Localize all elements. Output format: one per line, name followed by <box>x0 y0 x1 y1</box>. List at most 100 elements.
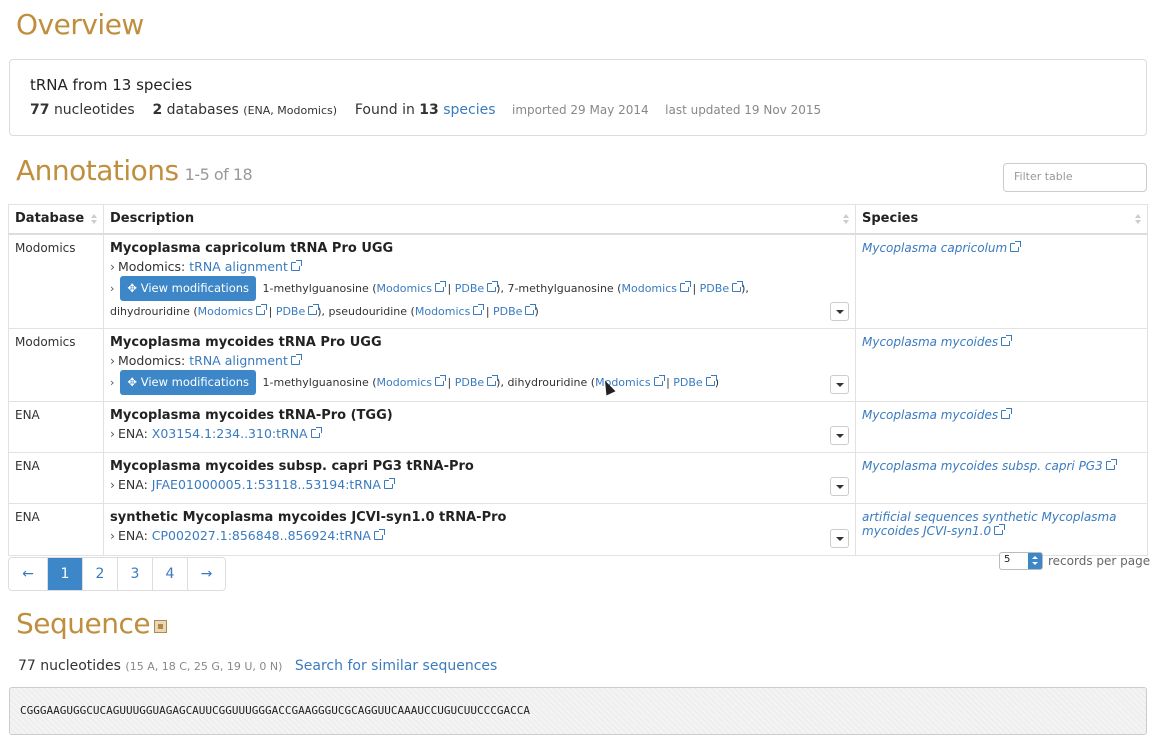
row-link[interactable]: X03154.1:234..310:tRNA <box>152 426 308 441</box>
external-link-icon <box>653 374 665 386</box>
records-per-page: 5 records per page <box>999 552 1150 570</box>
row-database: ENA <box>8 502 104 556</box>
select-arrows-icon <box>1028 553 1042 569</box>
pagination: ← 1 2 3 4 → <box>8 557 226 591</box>
view-modifications-button[interactable]: ✥ View modifications <box>120 275 257 301</box>
filter-table-input[interactable]: Filter table <box>1003 163 1147 192</box>
table-row: ENA synthetic Mycoplasma mycoides JCVI-s… <box>8 502 1148 556</box>
column-description[interactable]: Description <box>103 204 856 235</box>
external-link-icon <box>487 374 499 386</box>
external-link-icon <box>525 303 537 315</box>
prev-page-button[interactable]: ← <box>9 558 47 590</box>
row-dropdown-button[interactable] <box>830 301 849 321</box>
row-link[interactable]: CP002027.1:856848..856924:tRNA <box>152 528 371 543</box>
modomics-link[interactable]: Modomics <box>377 282 432 295</box>
view-modifications-button[interactable]: ✥ View modifications <box>120 369 257 395</box>
overview-panel: tRNA from 13 species 77 nucleotides 2 da… <box>9 59 1147 136</box>
table-row: ENA Mycoplasma mycoides tRNA-Pro (TGG) ›… <box>8 400 1148 453</box>
external-link-icon <box>310 426 322 438</box>
row-species: Mycoplasma mycoides <box>855 400 1148 453</box>
row-title: Mycoplasma mycoides subsp. capri PG3 tRN… <box>110 458 474 474</box>
databases-list: (ENA, Modomics) <box>243 104 338 117</box>
external-link-icon <box>1010 240 1022 252</box>
external-link-icon <box>383 477 395 489</box>
row-description: Mycoplasma capricolum tRNA Pro UGG › Modo… <box>103 233 856 329</box>
row-modifications: › ✥ View modifications 1-methylguanosine … <box>110 369 849 395</box>
external-link-icon <box>373 528 385 540</box>
modomics-link[interactable]: Modomics <box>415 305 470 318</box>
sort-icon <box>1135 214 1141 226</box>
row-database: Modomics <box>8 327 104 402</box>
updated-date: last updated 19 Nov 2015 <box>665 103 822 117</box>
species-link[interactable]: Mycoplasma mycoides <box>862 335 998 349</box>
external-link-icon <box>705 374 717 386</box>
databases-label: databases <box>166 102 239 118</box>
imported-date: imported 29 May 2014 <box>511 103 649 117</box>
external-link-icon <box>308 303 320 315</box>
row-dropdown-button[interactable] <box>830 476 849 496</box>
species-link[interactable]: species <box>443 102 495 118</box>
row-species: Mycoplasma mycoides subsp. capri PG3 <box>855 451 1148 504</box>
external-link-icon <box>290 353 302 365</box>
sequence-length: 77 nucleotides <box>18 658 121 674</box>
row-link[interactable]: tRNA alignment <box>189 259 288 274</box>
row-dropdown-button[interactable] <box>830 374 849 394</box>
overview-heading: Overview <box>16 8 144 41</box>
modomics-link[interactable]: Modomics <box>621 282 676 295</box>
modomics-link[interactable]: Modomics <box>198 305 253 318</box>
external-link-icon <box>435 280 447 292</box>
page-4-button[interactable]: 4 <box>152 558 187 590</box>
row-title: Mycoplasma capricolum tRNA Pro UGG <box>110 240 394 256</box>
sequence-heading: Sequence <box>16 607 168 640</box>
row-link-line: › ENA: JFAE01000005.1:53118..53194:tRNA <box>110 477 849 492</box>
row-link[interactable]: tRNA alignment <box>189 353 288 368</box>
row-database: ENA <box>8 400 104 453</box>
row-link-line: › ENA: X03154.1:234..310:tRNA <box>110 426 849 441</box>
overview-summary: tRNA from 13 species <box>30 76 193 94</box>
row-title: synthetic Mycoplasma mycoides JCVI-syn1.… <box>110 509 507 525</box>
species-link[interactable]: artificial sequences synthetic Mycoplasm… <box>862 510 1117 538</box>
row-dropdown-button[interactable] <box>830 528 849 548</box>
species-link[interactable]: Mycoplasma mycoides subsp. capri PG3 <box>862 459 1103 473</box>
search-similar-link[interactable]: Search for similar sequences <box>295 658 497 674</box>
pdbe-link[interactable]: PDBe <box>700 282 729 295</box>
next-page-button[interactable]: → <box>187 558 225 590</box>
row-link[interactable]: JFAE01000005.1:53118..53194:tRNA <box>152 477 381 492</box>
page-3-button[interactable]: 3 <box>117 558 152 590</box>
species-link[interactable]: Mycoplasma mycoides <box>862 408 998 422</box>
row-database: Modomics <box>8 233 104 329</box>
external-link-icon <box>732 280 744 292</box>
row-description: Mycoplasma mycoides subsp. capri PG3 tRN… <box>103 451 856 504</box>
sequence-box: CGGGAAGUGGCUCAGUUUGGUAGAGCAUUCGGUUUGGGAC… <box>9 687 1147 735</box>
row-title: Mycoplasma mycoides tRNA-Pro (TGG) <box>110 407 393 423</box>
annotations-table: Database Description Species Modomics My… <box>8 204 1148 556</box>
external-link-icon <box>679 280 691 292</box>
row-title: Mycoplasma mycoides tRNA Pro UGG <box>110 334 382 350</box>
databases-count: 2 <box>152 102 163 118</box>
column-database[interactable]: Database <box>8 204 104 235</box>
species-count: 13 <box>419 102 439 118</box>
external-link-icon <box>290 259 302 271</box>
pdbe-link[interactable]: PDBe <box>455 376 484 389</box>
pdbe-link[interactable]: PDBe <box>455 282 484 295</box>
row-description: Mycoplasma mycoides tRNA-Pro (TGG) › ENA:… <box>103 400 856 453</box>
records-per-page-select[interactable]: 5 <box>999 552 1043 570</box>
row-link-line: › Modomics: tRNA alignment <box>110 259 849 274</box>
external-link-icon <box>256 303 268 315</box>
species-link[interactable]: Mycoplasma capricolum <box>862 241 1007 255</box>
row-species: Mycoplasma capricolum <box>855 233 1148 329</box>
pdbe-link[interactable]: PDBe <box>673 376 702 389</box>
page-1-button[interactable]: 1 <box>47 558 82 590</box>
row-dropdown-button[interactable] <box>830 425 849 445</box>
page-2-button[interactable]: 2 <box>82 558 117 590</box>
pdbe-link[interactable]: PDBe <box>276 305 305 318</box>
table-row: Modomics Mycoplasma mycoides tRNA Pro UG… <box>8 327 1148 402</box>
sort-icon <box>91 214 97 226</box>
row-species: Mycoplasma mycoides <box>855 327 1148 402</box>
modomics-link[interactable]: Modomics <box>377 376 432 389</box>
pdbe-link[interactable]: PDBe <box>493 305 522 318</box>
table-row: ENA Mycoplasma mycoides subsp. capri PG3… <box>8 451 1148 504</box>
copy-icon[interactable] <box>154 620 168 633</box>
annotations-title: Annotations <box>16 154 179 187</box>
column-species[interactable]: Species <box>855 204 1148 235</box>
